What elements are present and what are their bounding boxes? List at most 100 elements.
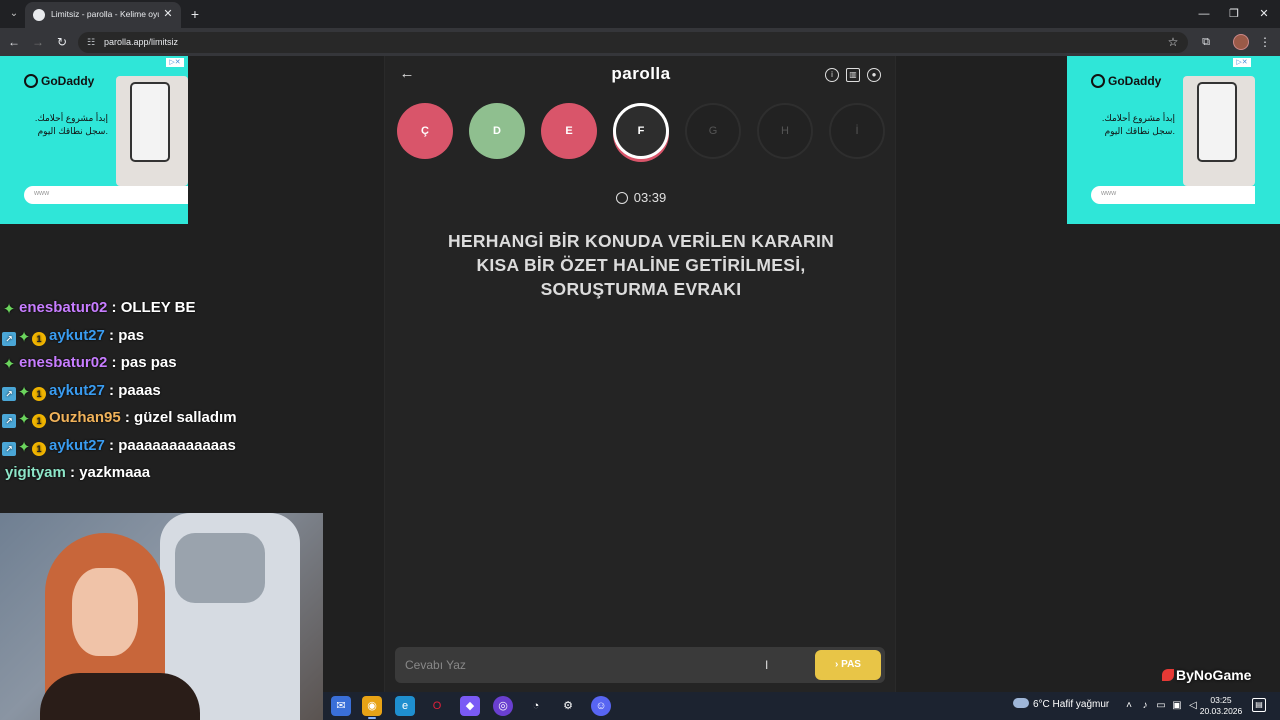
watermark-text: ByNoGame [1176,667,1252,683]
ad-brand-text: GoDaddy [41,74,95,88]
discord-app-icon[interactable]: ☺ [591,696,611,716]
answer-input[interactable] [405,655,795,675]
profile-avatar[interactable] [1233,34,1249,50]
microphone-icon[interactable]: ♪ [1139,699,1151,713]
phone-screen [130,82,170,162]
tab-search-chevron-icon[interactable]: ⌄ [5,5,23,23]
site-info-icon[interactable]: ☷ [85,36,97,48]
gold-badge-icon: 1 [32,331,46,346]
pass-button[interactable]: › PAS [815,650,881,680]
back-arrow-icon[interactable]: ← [6,34,22,50]
streamer-body [40,673,200,720]
timer-value: 03:39 [633,190,667,205]
ad-domain-input[interactable]: www [1091,186,1255,204]
ad-logo: GoDaddy [1091,74,1161,92]
gold-badge-icon: 1 [32,441,46,456]
streamer-webcam [0,513,323,720]
store-app-icon[interactable]: ◆ [460,696,480,716]
chat-message-text: pas [118,326,145,344]
chat-message-text: paaas [118,381,161,399]
address-bar[interactable]: ☷ parolla.app/limitsiz ☆ [78,32,1188,53]
green-badge-icon: ✦ [17,411,31,428]
ad-domain-input[interactable]: www [24,186,188,204]
system-clock[interactable]: 03:25 20.03.2026 [1196,695,1246,717]
reload-icon[interactable]: ↻ [54,34,70,50]
chat-username[interactable]: Ouzhan95 [49,409,121,426]
new-tab-plus-icon[interactable]: + [187,6,203,22]
ad-banner-right[interactable]: GoDaddy إبدأ مشروع أحلامك. سجل نطاقك الي… [1067,56,1255,224]
chat-message-text: yazkmaaa [79,464,151,481]
clock-icon [615,192,628,204]
chat-username[interactable]: enesbatur02 [19,354,107,371]
forward-arrow-icon[interactable]: → [30,34,46,50]
obs-app-icon[interactable]: ◎ [493,696,513,716]
extensions-puzzle-icon[interactable]: ⧉ [1198,34,1214,50]
phone-screen [1197,82,1237,162]
gold-badge-icon: 1 [32,386,46,401]
watermark-logo-icon [1162,669,1174,681]
letter-circle-wrong: E [541,103,597,159]
ad-choices-icon[interactable]: ▷✕ [166,58,184,67]
blue-badge-icon: ↗ [2,386,16,401]
chat-username[interactable]: yigityam [5,464,66,481]
browser-tab[interactable]: Limitsiz - parolla - Kelime oyunu ✕ [25,2,181,28]
weather-widget[interactable]: 6°C Hafif yağmur [1013,698,1109,710]
ad-phone-image [116,76,188,186]
network-icon[interactable]: ▭ [1155,699,1167,713]
browser-tab-bar: ⌄ Limitsiz - parolla - Kelime oyunu ✕ + … [0,0,1280,28]
chat-message: ↗ ✦ 1 aykut27 : paaas [2,379,161,403]
blue-badge-icon: ↗ [2,414,16,428]
chat-message: ↗ ✦ 1 Ouzhan95 : güzel salladım [2,406,237,430]
ad-brand-text: GoDaddy [1108,74,1162,88]
browser-menu-icon[interactable]: ⋮ [1258,34,1272,50]
speedometer-app-icon[interactable]: ◔ [526,696,546,716]
chat-username[interactable]: aykut27 [49,327,105,344]
godaddy-logo-icon [1091,74,1105,88]
chat-username[interactable]: aykut27 [49,382,105,399]
edge-app-icon[interactable]: e [395,696,415,716]
info-icon[interactable]: i [825,68,839,82]
chat-message: yigityam : yazkmaaa [5,461,150,485]
chrome-app-icon[interactable]: ◉ [362,696,382,719]
letter-circle-pending: İ [829,103,885,159]
close-window-icon[interactable]: ✕ [1256,6,1272,22]
ad-choices-icon[interactable]: ▷✕ [1233,58,1251,67]
chat-separator: : [107,354,121,371]
chat-message-text: güzel salladım [134,409,237,426]
user-account-icon[interactable]: ● [867,68,881,82]
bookmark-star-icon[interactable]: ☆ [1166,35,1180,49]
godaddy-logo-icon [24,74,38,88]
chat-username[interactable]: aykut27 [49,437,105,454]
stream-watermark: ByNoGame [1162,667,1251,683]
tray-chevron-up-icon[interactable]: ˄ [1123,699,1135,713]
green-badge-icon: ✦ [17,383,31,401]
chat-message: ✦ enesbatur02 : pas pas [2,351,177,375]
chat-separator: : [104,436,119,454]
chat-separator: : [104,326,119,344]
settings-gear-icon[interactable]: ⚙ [558,696,578,716]
chair-headrest [175,533,265,603]
letter-circle-current: F [613,103,669,159]
tab-title: Limitsiz - parolla - Kelime oyunu [51,9,159,19]
restore-icon[interactable]: ❐ [1226,6,1242,22]
stats-chart-icon[interactable]: ▥ [846,68,860,82]
chat-username[interactable]: enesbatur02 [19,299,107,316]
ad-phone-image [1183,76,1255,186]
ad-input-placeholder: www [34,190,50,197]
green-badge-icon: ✦ [2,356,16,373]
timer: 03:39 [385,190,897,205]
game-panel: ← parolla i ▥ ● ÇDEFGHİ 03:39 HERHANGİ B… [384,56,896,692]
minimize-icon[interactable]: — [1196,6,1212,22]
green-badge-icon: ✦ [17,328,31,346]
display-icon[interactable]: ▣ [1171,699,1183,713]
ad-text: إبدأ مشروع أحلامك. سجل نطاقك اليوم. [34,113,108,136]
ad-banner-left[interactable]: GoDaddy إبدأ مشروع أحلامك. سجل نطاقك الي… [0,56,188,224]
tab-close-icon[interactable]: ✕ [161,7,175,21]
pass-chevron-icon: › [835,659,839,670]
opera-app-icon[interactable]: O [427,696,447,716]
notifications-icon[interactable]: ▤ [1252,698,1266,712]
ad-text: إبدأ مشروع أحلامك. سجل نطاقك اليوم. [1101,113,1175,136]
game-title: parolla [611,64,671,83]
letter-circle-right: D [469,103,525,159]
mail-app-icon[interactable]: ✉ [331,696,351,716]
